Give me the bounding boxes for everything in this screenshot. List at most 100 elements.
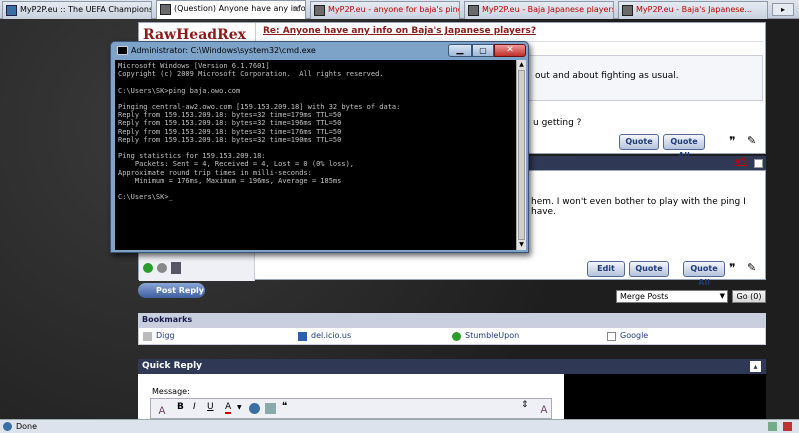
status-icon [3, 422, 12, 431]
select-checkbox[interactable] [754, 159, 763, 168]
report-icon[interactable]: ✎ [747, 261, 756, 274]
cmd-line [118, 95, 513, 103]
quick-reply-header: Quick Reply ▴ [138, 359, 766, 374]
digg-icon [143, 332, 152, 341]
moderation-select[interactable]: Merge Posts ▼ [616, 290, 728, 303]
cmd-line: C:\Users\SK>_ [118, 193, 173, 202]
bookmarks-header: Bookmarks [138, 313, 766, 327]
page-icon [314, 5, 325, 16]
edit-button[interactable]: Edit [587, 261, 625, 277]
cmd-output[interactable]: Microsoft Windows [Version 6.1.7601] Copy… [115, 60, 516, 250]
message-label: Message: [152, 387, 190, 396]
maximize-button[interactable]: ▢ [472, 44, 494, 57]
page-icon [6, 5, 17, 16]
reputation-icon[interactable] [157, 263, 167, 273]
cmd-window[interactable]: Administrator: C:\Windows\system32\cmd.e… [110, 41, 529, 253]
status-text: Done [16, 422, 38, 431]
image-icon[interactable] [265, 403, 276, 414]
report-icon[interactable]: ✎ [747, 134, 761, 148]
close-icon[interactable]: ✕ [291, 4, 302, 15]
cmd-line [118, 144, 513, 152]
cmd-line: Reply from 159.153.209.18: bytes=32 time… [118, 127, 342, 136]
resize-icon[interactable]: ⇕ [521, 400, 529, 410]
cmd-line: Minimum = 176ms, Maximum = 196ms, Averag… [118, 176, 342, 185]
minimize-button[interactable]: ▁ [448, 44, 472, 57]
post-text-fragment-1: out and about fighting as usual. [535, 71, 679, 81]
post-reply-button[interactable]: Post Reply [138, 283, 205, 298]
cmd-line: Reply from 159.153.209.18: bytes=32 time… [118, 111, 342, 120]
text-color-icon[interactable]: A [225, 402, 232, 414]
chevron-down-icon: ▼ [719, 292, 725, 300]
bookmark-stumbleupon[interactable]: StumbleUpon [465, 331, 519, 340]
tab-label: MyP2P.eu - Baja Japanese players... [482, 5, 614, 14]
quick-reply-side [564, 374, 766, 419]
post-title[interactable]: Re: Anyone have any info on Baja's Japan… [263, 26, 536, 36]
editor-toolbar: Ａ B I U A ▼ ❝ ⇕ Ａ [150, 398, 552, 419]
reply-text-fragment: hem. I won't even bother to play with th… [531, 197, 746, 217]
addon-icon[interactable] [783, 422, 792, 431]
quick-reply-body: Message: Ａ B I U A ▼ ❝ ⇕ Ａ [138, 374, 766, 419]
page-icon [622, 5, 633, 16]
cmd-line: Microsoft Windows [Version 6.1.7601] [118, 62, 270, 70]
bookmarks-row: Digg del.icio.us StumbleUpon Google [138, 327, 766, 345]
cmd-line [118, 185, 513, 193]
quote-all-button[interactable]: Quote All [663, 134, 705, 160]
cmd-line: Reply from 159.153.209.18: bytes=32 time… [118, 119, 342, 128]
remove-format-icon[interactable]: Ａ [157, 402, 167, 417]
tab-label: MyP2P.eu :: The UEFA Champions Le... [20, 5, 152, 14]
report-post-icon[interactable] [171, 262, 181, 274]
security-icon [768, 422, 777, 431]
bookmark-google[interactable]: Google [620, 331, 648, 340]
scroll-up-icon[interactable]: ▲ [517, 60, 526, 70]
delicious-icon [298, 332, 307, 341]
quote-button[interactable]: Quote [619, 134, 659, 150]
cmd-line: Reply from 159.153.209.18: bytes=32 time… [118, 135, 342, 144]
online-status-icon [143, 263, 153, 273]
link-icon[interactable] [249, 403, 260, 414]
cmd-line: Approximate round trip times in milli-se… [118, 168, 312, 177]
tab-label: MyP2P.eu - Baja's Japanese... [636, 5, 753, 14]
multi-quote-icon[interactable]: ❞ [729, 261, 735, 275]
italic-icon[interactable]: I [193, 402, 196, 412]
post-number[interactable]: #5 [734, 157, 747, 167]
google-icon [607, 332, 616, 341]
collapse-icon[interactable]: ▴ [750, 361, 761, 372]
cmd-line [118, 78, 513, 86]
page-icon [160, 4, 171, 15]
tab-japanese-players[interactable]: MyP2P.eu - Baja Japanese players... [464, 1, 614, 19]
page-icon [468, 5, 479, 16]
tab-question-active[interactable]: (Question) Anyone have any info o... ✕ [156, 0, 306, 19]
scroll-down-icon[interactable]: ▼ [517, 240, 526, 250]
tab-label: MyP2P.eu - anyone for baja's ping spe... [328, 5, 459, 14]
quick-reply-title: Quick Reply [142, 361, 203, 371]
browser-tab-strip: MyP2P.eu :: The UEFA Champions Le... (Qu… [0, 0, 799, 19]
cmd-line: C:\Users\SK>ping baja.owo.com [118, 86, 241, 95]
multi-quote-icon[interactable]: ❞ [729, 134, 743, 148]
post-text-fragment-2: u getting ? [533, 118, 582, 128]
chevron-down-icon[interactable]: ▼ [237, 404, 242, 411]
cmd-line: Ping statistics for 159.153.209.18: [118, 152, 266, 161]
cmd-line: Copyright (c) 2009 Microsoft Corporation… [118, 70, 384, 79]
scroll-thumb[interactable] [518, 70, 525, 240]
quote-button-2[interactable]: Quote [629, 261, 669, 277]
underline-icon[interactable]: U [207, 402, 214, 412]
stumbleupon-icon [452, 332, 461, 341]
tab-list-button[interactable]: ▸ [772, 3, 794, 16]
bookmark-digg[interactable]: Digg [156, 331, 175, 340]
tab-label: (Question) Anyone have any info o... [174, 4, 306, 13]
go-button[interactable]: Go (0) [732, 290, 766, 303]
cmd-scrollbar[interactable]: ▲ ▼ [516, 60, 526, 250]
switch-mode-icon[interactable]: Ａ [539, 401, 549, 416]
tab-ping-speed[interactable]: MyP2P.eu - anyone for baja's ping spe... [310, 1, 460, 19]
moderation-select-value: Merge Posts [620, 292, 669, 301]
tab-baja-japanese[interactable]: MyP2P.eu - Baja's Japanese... [618, 1, 768, 19]
cmd-line: Packets: Sent = 4, Received = 4, Lost = … [118, 160, 355, 169]
cmd-line: Pinging central-aw2.owo.com [159.153.209… [118, 103, 401, 112]
quote-all-button-2[interactable]: Quote All [683, 261, 725, 287]
bold-icon[interactable]: B [177, 402, 184, 412]
close-button[interactable]: ✕ [494, 44, 526, 57]
quote-icon[interactable]: ❝ [282, 401, 287, 412]
bookmark-delicious[interactable]: del.icio.us [311, 331, 351, 340]
tab-myp2p-champions[interactable]: MyP2P.eu :: The UEFA Champions Le... [2, 1, 152, 19]
status-bar: Done [0, 419, 799, 433]
